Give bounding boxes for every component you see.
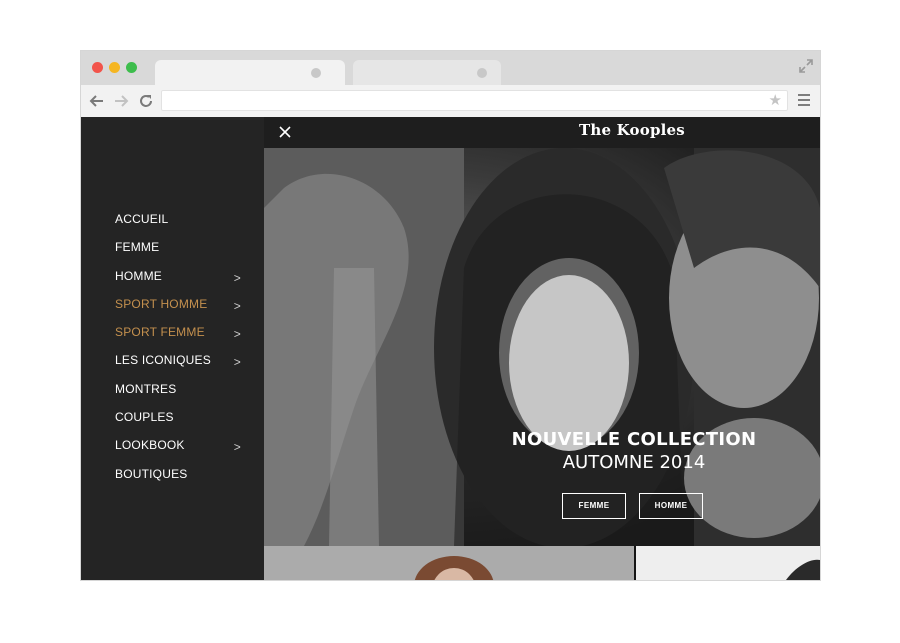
tile-photo	[414, 556, 494, 580]
nav-item-lookbook[interactable]: LOOKBOOK >	[115, 437, 245, 465]
forward-arrow-icon[interactable]	[113, 93, 129, 109]
chevron-right-icon: >	[233, 440, 241, 455]
nav-item-accueil[interactable]: ACCUEIL	[115, 211, 245, 239]
femme-button[interactable]: FEMME	[562, 493, 626, 519]
nav-item-couples[interactable]: COUPLES	[115, 409, 245, 437]
main-content: The Kooples NOUVELLE COLLECTION AUTOMNE …	[264, 117, 820, 580]
nav-item-label: ACCUEIL	[115, 212, 169, 226]
page-viewport: ACCUEIL FEMME HOMME > SPORT HOMME > SPORT …	[81, 117, 820, 580]
nav-item-sport-femme[interactable]: SPORT FEMME >	[115, 324, 245, 352]
chevron-right-icon: >	[233, 270, 241, 285]
hero-text: NOUVELLE COLLECTION AUTOMNE 2014	[504, 429, 764, 473]
tile-photo	[786, 559, 820, 580]
side-navigation: ACCUEIL FEMME HOMME > SPORT HOMME > SPORT …	[81, 117, 264, 580]
tab-close-button[interactable]	[311, 68, 321, 78]
url-input[interactable]	[167, 90, 751, 111]
collection-tile[interactable]	[264, 546, 634, 580]
nav-item-label: LOOKBOOK	[115, 438, 185, 453]
homme-button[interactable]: HOMME	[639, 493, 703, 519]
nav-item-femme[interactable]: FEMME	[115, 239, 245, 267]
site-header: The Kooples	[264, 117, 820, 148]
back-arrow-icon[interactable]	[89, 93, 105, 109]
hero-photo	[264, 148, 820, 546]
star-icon[interactable]: ★	[769, 92, 782, 109]
nav-item-label: BOUTIQUES	[115, 466, 188, 481]
nav-item-homme[interactable]: HOMME >	[115, 268, 245, 296]
nav-item-montres[interactable]: MONTRES	[115, 381, 245, 409]
collection-tile[interactable]	[636, 546, 820, 580]
nav-item-label: COUPLES	[115, 410, 174, 425]
hero-subtitle: AUTOMNE 2014	[562, 452, 706, 473]
site-logo[interactable]: The Kooples	[579, 121, 685, 139]
nav-menu: ACCUEIL FEMME HOMME > SPORT HOMME > SPORT …	[115, 211, 245, 494]
hamburger-menu-icon[interactable]	[798, 94, 810, 108]
hero-banner: NOUVELLE COLLECTION AUTOMNE 2014 FEMME H…	[264, 148, 820, 546]
address-bar[interactable]: ★	[161, 90, 788, 111]
maximize-window-button[interactable]	[126, 62, 137, 73]
reload-icon[interactable]	[138, 93, 154, 109]
browser-tab-inactive[interactable]	[353, 60, 501, 85]
nav-item-les-iconiques[interactable]: LES ICONIQUES >	[115, 352, 245, 380]
expand-icon[interactable]	[798, 58, 814, 74]
chevron-right-icon: >	[233, 327, 241, 342]
tab-close-button[interactable]	[477, 68, 487, 78]
nav-item-label: SPORT FEMME	[115, 325, 205, 340]
minimize-window-button[interactable]	[109, 62, 120, 73]
nav-item-label: MONTRES	[115, 381, 177, 396]
chevron-right-icon: >	[233, 298, 241, 313]
nav-item-label: HOMME	[115, 268, 162, 283]
nav-item-boutiques[interactable]: BOUTIQUES	[115, 466, 245, 494]
product-strip	[264, 546, 820, 580]
browser-tab-active[interactable]	[155, 60, 345, 85]
close-icon[interactable]	[278, 125, 292, 139]
browser-window: ★ ACCUEIL FEMME HOMME > SPORT HOMME > SPOR…	[81, 51, 820, 580]
close-window-button[interactable]	[92, 62, 103, 73]
nav-item-label: FEMME	[115, 240, 160, 255]
chevron-right-icon: >	[233, 355, 241, 370]
nav-item-sport-homme[interactable]: SPORT HOMME >	[115, 296, 245, 324]
tab-bar	[81, 51, 820, 85]
nav-item-label: LES ICONIQUES	[115, 353, 211, 368]
browser-toolbar: ★	[81, 85, 820, 118]
nav-item-label: SPORT HOMME	[115, 296, 208, 311]
hero-title: NOUVELLE COLLECTION	[511, 429, 757, 450]
